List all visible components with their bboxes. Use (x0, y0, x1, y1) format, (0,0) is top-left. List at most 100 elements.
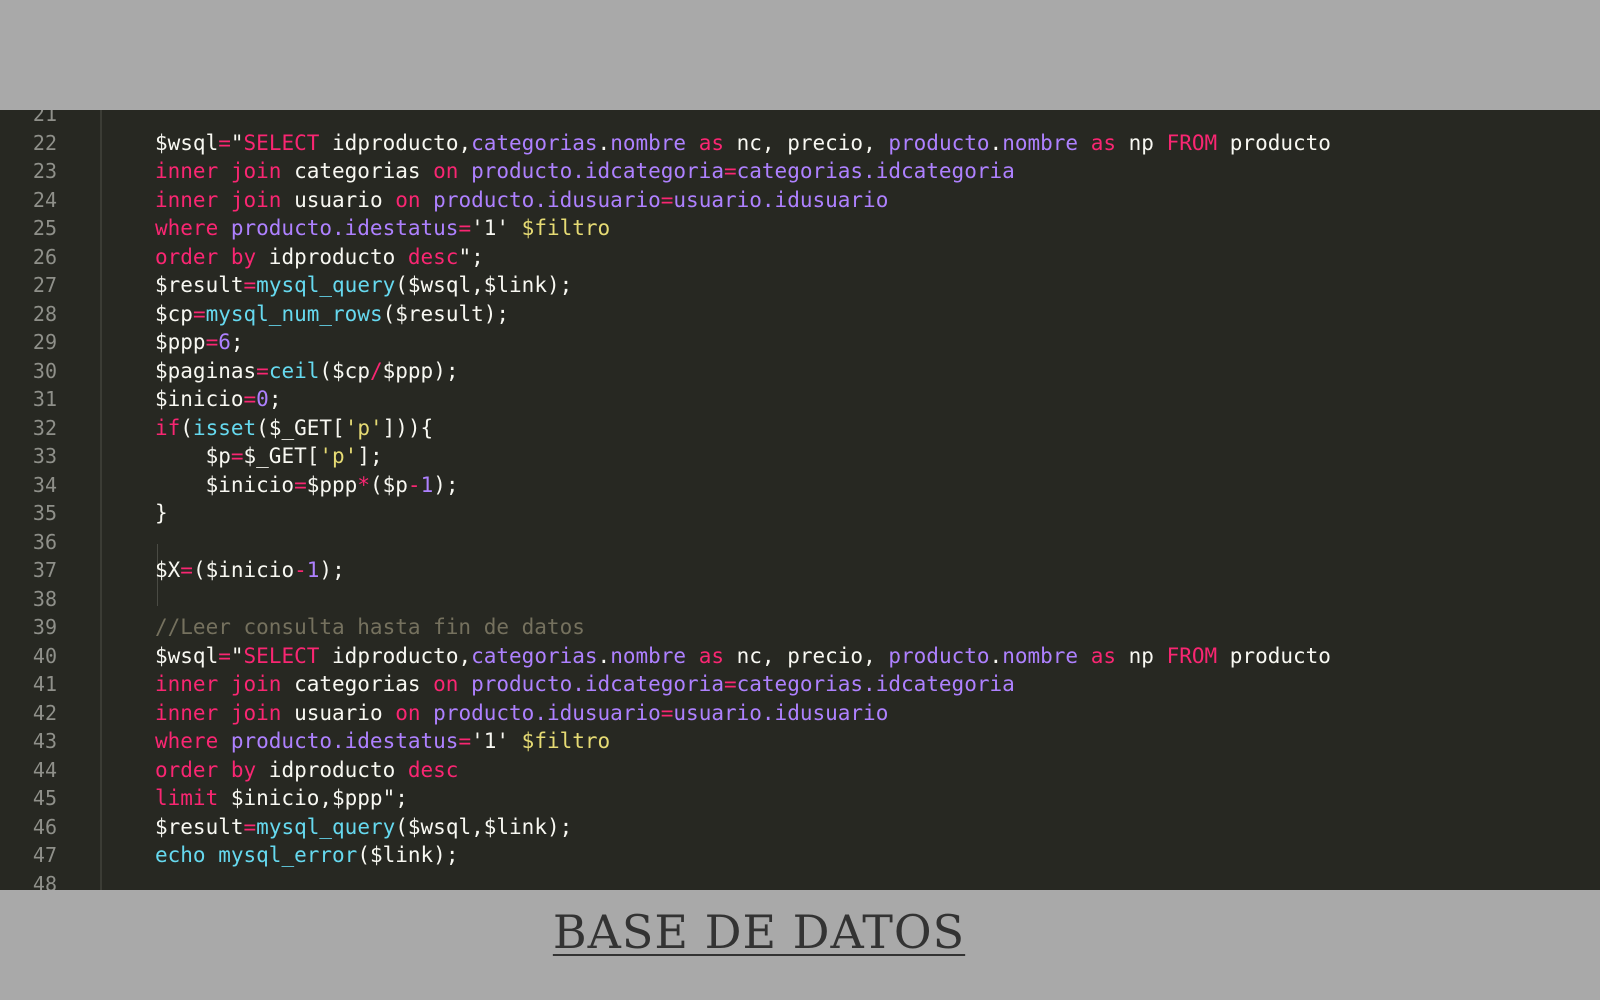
code-text: echo mysql_error($link); (155, 841, 458, 870)
code-token: ; (230, 330, 244, 354)
code-token: usuario.idusuario (673, 700, 889, 725)
line-number: 43 (32, 729, 57, 753)
code-token: . (989, 643, 1003, 668)
code-token: 6 (218, 330, 231, 354)
code-text: $result=mysql_query($wsql,$link); (155, 271, 572, 300)
code-token: $wsql (155, 643, 219, 668)
code-token: mysql_query (256, 273, 396, 297)
code-token: on (395, 187, 421, 212)
code-token: = (294, 472, 307, 497)
code-token: usuario (281, 700, 396, 725)
code-token: $X (155, 558, 181, 582)
code-token: idproducto, (319, 643, 472, 668)
code-token: - (294, 558, 307, 582)
code-token: = (723, 672, 737, 696)
code-token: = (218, 643, 231, 668)
code-line: 38 (0, 585, 1600, 614)
code-line: 36 (0, 528, 1600, 557)
code-text: inner join categorias on producto.idcate… (155, 670, 1015, 699)
code-text: order by idproducto desc (155, 756, 458, 785)
line-number: 31 (32, 387, 57, 411)
caption: BASE DE DATOS (0, 905, 1600, 959)
code-token: producto.idcategoria (458, 672, 724, 696)
code-token: 1 (420, 472, 434, 497)
code-token: SELECT (243, 130, 320, 155)
code-token: $cp (155, 301, 193, 326)
code-line: 33 $p=$_GET['p']; (0, 442, 1600, 471)
code-token: np (1115, 643, 1167, 668)
code-token: $inicio (155, 387, 244, 411)
code-token: = (660, 700, 674, 725)
code-token: FROM (1166, 643, 1218, 668)
code-line: 44 order by idproducto desc (0, 756, 1600, 785)
code-text: $p=$_GET['p']; (155, 442, 383, 471)
code-line: 22 $wsql="SELECT idproducto,categorias.no… (0, 129, 1600, 158)
code-token: nombre (1002, 643, 1079, 668)
code-token: nombre (610, 643, 687, 668)
code-text: $wsql="SELECT idproducto,categorias.nomb… (155, 642, 1331, 671)
line-number: 45 (32, 786, 57, 810)
code-token: //Leer consulta hasta fin de datos (155, 615, 585, 639)
code-token: = (458, 729, 472, 753)
code-line: 25 where producto.idestatus='1' $filtro (0, 214, 1600, 243)
code-text: limit $inicio,$ppp"; (155, 784, 408, 813)
caption-title: BASE DE DATOS (552, 905, 966, 959)
code-token: ); (319, 558, 345, 582)
code-token: } (155, 501, 168, 525)
code-token: desc (407, 244, 459, 269)
code-token: ])){ (382, 415, 434, 440)
code-token: nombre (1002, 130, 1079, 155)
code-text: inner join usuario on producto.idusuario… (155, 186, 888, 215)
code-token: mysql_query (256, 814, 396, 839)
line-number: 35 (32, 501, 57, 525)
line-number: 23 (32, 159, 57, 183)
code-token: . (597, 130, 611, 155)
code-token: ]; (357, 444, 383, 468)
code-token: 'p' (319, 444, 358, 468)
code-editor[interactable]: 21 22 $wsql="SELECT idproducto,categorias.… (0, 110, 1600, 890)
code-token: '1' (471, 729, 522, 753)
code-text: $X=($inicio-1); (155, 556, 345, 585)
code-token: on (433, 672, 459, 696)
code-token: ( (180, 415, 193, 440)
code-token: ($cp (319, 358, 370, 383)
code-line: 37 $X=($inicio-1); (0, 556, 1600, 585)
code-token: where (155, 729, 219, 753)
code-token: $filtro (521, 216, 611, 240)
line-number: 22 (32, 130, 57, 155)
line-number: 34 (32, 472, 57, 497)
code-token: $inicio (155, 472, 295, 497)
code-token: producto.idestatus (218, 729, 459, 753)
line-number: 39 (32, 615, 57, 639)
code-token: "; (458, 244, 484, 269)
code-token: producto (1217, 130, 1331, 155)
code-token: producto (1217, 643, 1331, 668)
code-token: as (686, 643, 724, 668)
code-line: 35} (0, 499, 1600, 528)
code-token: inner join (155, 672, 282, 696)
code-token: ($_GET[ (256, 415, 345, 440)
line-number: 41 (32, 672, 57, 696)
code-line: 27 $result=mysql_query($wsql,$link); (0, 271, 1600, 300)
code-token: ($link); (357, 843, 459, 867)
code-line: 28 $cp=mysql_num_rows($result); (0, 300, 1600, 329)
code-token: inner join (155, 159, 282, 183)
code-line: 32 if(isset($_GET['p'])){ (0, 414, 1600, 443)
code-token: "; (382, 786, 408, 810)
code-token: = (243, 814, 257, 839)
code-text: order by idproducto desc"; (155, 243, 484, 272)
code-token: on (395, 700, 421, 725)
line-number: 28 (32, 301, 57, 326)
code-token: = (660, 187, 674, 212)
code-token: nombre (610, 130, 687, 155)
code-token: $result (155, 814, 244, 839)
code-line: 41 inner join categorias on producto.idca… (0, 670, 1600, 699)
code-token: order by (155, 244, 257, 269)
code-token: as (686, 130, 724, 155)
line-number: 27 (32, 273, 57, 297)
code-line: 21 (0, 110, 1600, 129)
code-token: ($p (369, 472, 408, 497)
code-token: ($result); (382, 301, 510, 326)
code-line: 31 $inicio=0; (0, 385, 1600, 414)
